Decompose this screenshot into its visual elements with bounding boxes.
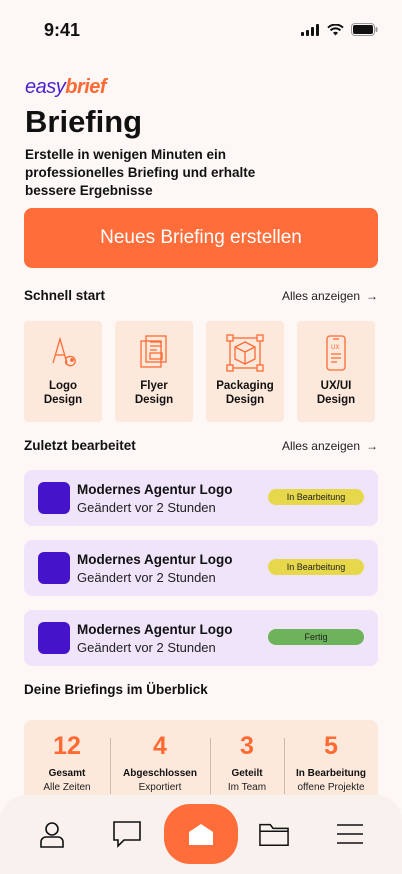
profile-icon	[40, 822, 64, 848]
signal-icon	[301, 23, 319, 36]
see-all-label: Alles anzeigen	[281, 438, 360, 453]
status-badge: In Bearbeitung	[268, 559, 364, 575]
stat-value: 3	[240, 732, 254, 760]
quick-start-see-all-link[interactable]: Alles anzeigen →	[282, 289, 378, 303]
new-briefing-button[interactable]: Neues Briefing erstellen	[24, 208, 378, 268]
status-icons	[301, 23, 378, 36]
svg-text:UX: UX	[331, 344, 340, 351]
quick-start-grid: Logo Design Flyer Design Packaging Desig…	[24, 321, 378, 422]
quick-card-label: Flyer Design	[134, 380, 174, 406]
nav-menu[interactable]	[335, 819, 365, 849]
wifi-icon	[327, 23, 344, 35]
recent-item-meta: Geändert vor 2 Stunden	[77, 500, 216, 515]
project-thumbnail	[38, 552, 70, 584]
quick-card-label: UX/UI Design	[316, 380, 356, 406]
stat-label: Abgeschlossen	[123, 768, 197, 779]
status-bar: 9:41	[0, 0, 402, 62]
menu-icon	[337, 824, 363, 844]
quick-start-title: Schnell start	[24, 288, 106, 303]
stat-label: Geteilt	[231, 768, 263, 779]
stat-value: 4	[153, 732, 167, 760]
stat-value: 5	[324, 732, 338, 760]
quick-card-flyer-design[interactable]: Flyer Design	[115, 321, 193, 422]
chat-icon	[113, 821, 141, 848]
stat-sub: Exportiert	[138, 782, 182, 793]
project-thumbnail	[38, 622, 70, 654]
quick-card-label: Packaging Design	[216, 380, 274, 406]
nav-profile[interactable]	[37, 819, 67, 849]
quick-card-ux-ui-design[interactable]: UX UX/UI Design	[297, 321, 375, 422]
folder-icon	[259, 823, 289, 846]
recent-title: Zuletzt bearbeitet	[24, 438, 136, 453]
recent-item-meta: Geändert vor 2 Stunden	[77, 640, 216, 655]
status-badge: In Bearbeitung	[268, 489, 364, 505]
arrow-right-icon: →	[366, 438, 378, 453]
nav-folder[interactable]	[259, 819, 289, 849]
nav-home[interactable]	[164, 804, 238, 864]
stat-label: In Bearbeitung	[295, 768, 366, 779]
recent-item[interactable]: Modernes Agentur Logo Geändert vor 2 Stu…	[24, 610, 378, 666]
status-badge: Fertig	[268, 629, 364, 645]
nav-chat[interactable]	[112, 819, 142, 849]
overview-header: Deine Briefings im Überblick	[24, 682, 378, 697]
stat-value: 12	[53, 732, 81, 760]
stat-label: Gesamt	[48, 768, 86, 779]
brand-logo-part1: easy	[25, 76, 66, 98]
ux-ui-design-icon: UX	[326, 335, 346, 371]
recent-header: Zuletzt bearbeitet Alles anzeigen →	[24, 438, 378, 453]
recent-item[interactable]: Modernes Agentur Logo Geändert vor 2 Stu…	[24, 540, 378, 596]
page-title: Briefing	[25, 104, 143, 139]
logo-design-icon	[52, 336, 76, 367]
recent-item[interactable]: Modernes Agentur Logo Geändert vor 2 Stu…	[24, 470, 378, 526]
brand-logo-part2: brief	[65, 76, 107, 98]
project-thumbnail	[38, 482, 70, 514]
quick-card-packaging-design[interactable]: Packaging Design	[206, 321, 284, 422]
quick-card-logo-design[interactable]: Logo Design	[24, 321, 102, 422]
recent-item-title: Modernes Agentur Logo	[77, 622, 233, 637]
bottom-nav	[0, 795, 402, 874]
quick-card-label: Logo Design	[43, 380, 83, 406]
stat-sub: Alle Zeiten	[43, 782, 91, 793]
see-all-label: Alles anzeigen	[281, 288, 360, 303]
home-icon	[189, 824, 213, 845]
recent-item-meta: Geändert vor 2 Stunden	[77, 570, 216, 585]
recent-item-title: Modernes Agentur Logo	[77, 482, 233, 497]
stat-sub: Im Team	[227, 782, 267, 793]
flyer-design-icon	[140, 335, 167, 368]
overview-title: Deine Briefings im Überblick	[24, 682, 208, 697]
battery-icon	[351, 23, 378, 36]
stat-sub: offene Projekte	[297, 782, 365, 793]
recent-see-all-link[interactable]: Alles anzeigen →	[282, 439, 378, 453]
recent-list: Modernes Agentur Logo Geändert vor 2 Stu…	[24, 470, 378, 680]
recent-item-title: Modernes Agentur Logo	[77, 552, 233, 567]
arrow-right-icon: →	[366, 288, 378, 303]
page-subtitle: Erstelle in wenigen Minuten ein professi…	[25, 147, 256, 198]
status-time: 9:41	[44, 20, 81, 40]
quick-start-header: Schnell start Alles anzeigen →	[24, 288, 378, 303]
packaging-design-icon	[226, 334, 264, 372]
brand-logo: easybrief	[25, 76, 107, 99]
